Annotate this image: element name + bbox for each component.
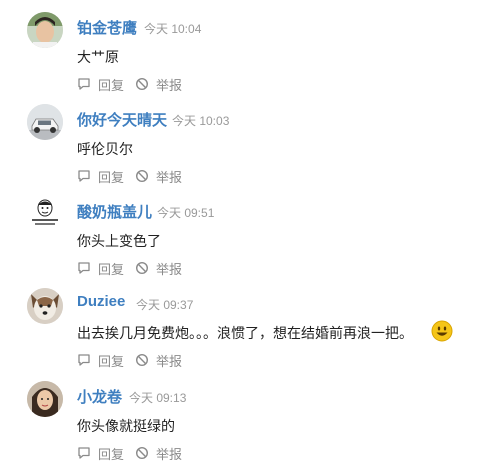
comment-time: 今天 09:37 [136,298,194,312]
comment-text: 出去挨几月免费炮。。。浪惯了，想在结婚前再浪一把。 [77,325,413,341]
prohibit-icon [135,353,149,367]
comment-item: 酸奶瓶盖儿 今天 09:51 你头上变色了 回复 举报 [0,196,497,288]
report-label: 举报 [156,170,183,185]
reply-label: 回复 [98,170,125,185]
prohibit-icon [135,261,149,275]
reply-button[interactable]: 回复 [77,168,127,185]
comment-time: 今天 09:51 [157,206,215,220]
comment-time: 今天 10:03 [172,114,230,128]
reply-label: 回复 [98,447,125,462]
comment-text: 你头上变色了 [77,233,161,249]
prohibit-icon [135,446,149,460]
report-button[interactable]: 举报 [135,168,185,185]
report-button[interactable]: 举报 [135,76,185,93]
reply-button[interactable]: 回复 [77,260,127,277]
comment-text: 呼伦贝尔 [77,141,133,157]
report-label: 举报 [156,447,183,462]
meme-face-avatar-icon[interactable] [27,196,63,232]
report-label: 举报 [156,354,183,369]
comment-list: 铂金苍鹰 今天 10:04 大艹原 回复 举报 你好今天晴天 今天 10:03 … [0,0,497,465]
smile-emoji-icon [431,320,453,342]
comment-item: 你好今天晴天 今天 10:03 呼伦贝尔 回复 举报 [0,104,497,196]
reply-button[interactable]: 回复 [77,76,127,93]
report-label: 举报 [156,262,183,277]
dog-avatar-icon[interactable] [27,288,63,324]
username[interactable]: 小龙卷 [77,386,122,407]
car-avatar-icon[interactable] [27,104,63,140]
person-avatar-icon[interactable] [27,12,63,48]
reply-label: 回复 [98,78,125,93]
prohibit-icon [135,77,149,91]
username[interactable]: 你好今天晴天 [77,109,167,130]
comment-bubble-icon [78,447,90,459]
comment-bubble-icon [78,354,90,366]
report-button[interactable]: 举报 [135,352,185,369]
reply-label: 回复 [98,262,125,277]
reply-button[interactable]: 回复 [77,445,127,462]
comment-text: 大艹原 [77,49,119,65]
username[interactable]: Duziee [77,293,125,310]
comment-item: 铂金苍鹰 今天 10:04 大艹原 回复 举报 [0,12,497,104]
report-button[interactable]: 举报 [135,260,185,277]
report-label: 举报 [156,78,183,93]
comment-time: 今天 09:13 [129,391,187,405]
comment-bubble-icon [78,262,90,274]
prohibit-icon [135,169,149,183]
username[interactable]: 铂金苍鹰 [77,17,137,38]
report-button[interactable]: 举报 [135,445,185,462]
reply-button[interactable]: 回复 [77,352,127,369]
comment-bubble-icon [78,78,90,90]
reply-label: 回复 [98,354,125,369]
person-avatar-icon[interactable] [27,381,63,417]
username[interactable]: 酸奶瓶盖儿 [77,201,152,222]
comment-item: Duziee 今天 09:37 出去挨几月免费炮。。。浪惯了，想在结婚前再浪一把… [0,288,497,380]
comment-item: 小龙卷 今天 09:13 你头像就挺绿的 回复 举报 [0,381,497,473]
comment-time: 今天 10:04 [144,22,202,36]
comment-bubble-icon [78,170,90,182]
comment-text: 你头像就挺绿的 [77,418,175,434]
